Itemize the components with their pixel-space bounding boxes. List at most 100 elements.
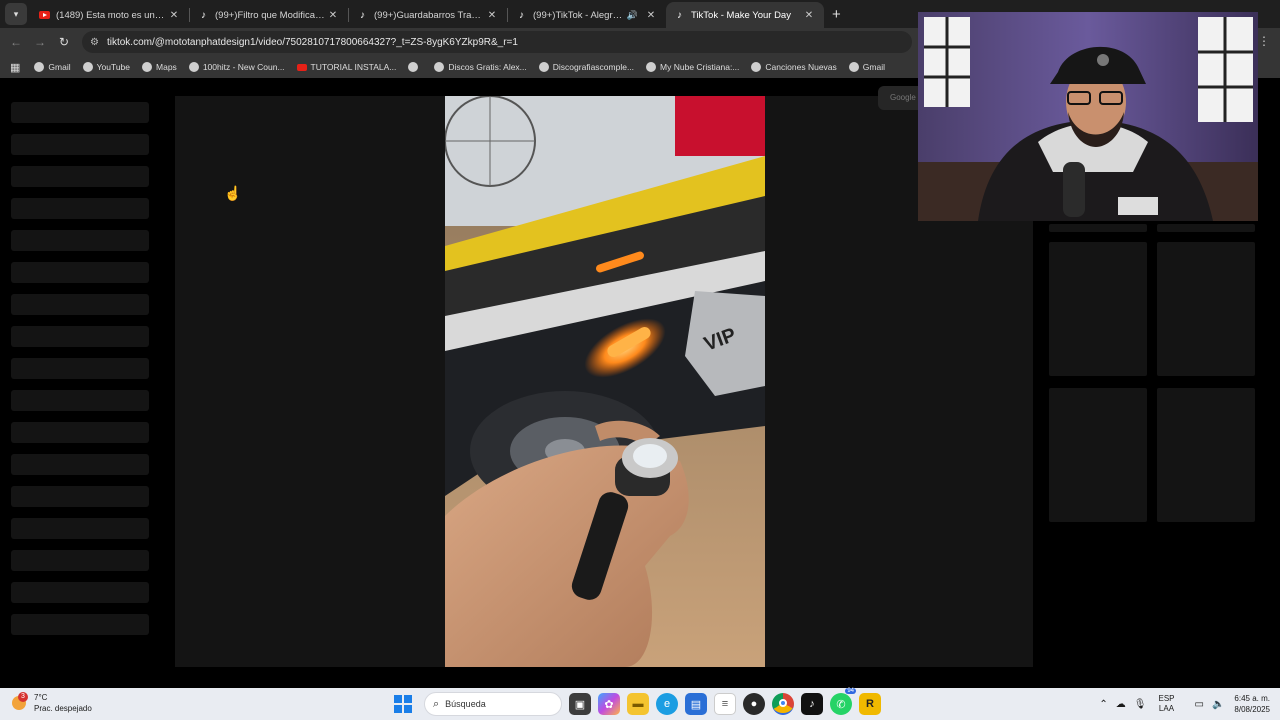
date: 8/08/2025: [1234, 705, 1270, 714]
bookmark-canciones[interactable]: Canciones Nuevas: [751, 62, 837, 72]
bookmark-gmail[interactable]: Gmail: [34, 62, 71, 72]
related-video-placeholder[interactable]: [1157, 224, 1255, 232]
bookmark-unnamed[interactable]: [408, 62, 422, 72]
skeleton-row: [11, 326, 149, 347]
tab-3[interactable]: ♪ (99+)Guardabarros Trasero Uni ✕: [349, 2, 507, 28]
address-bar[interactable]: ⚙ tiktok.com/@mototanphatdesign1/video/7…: [82, 31, 912, 53]
google-popup: Google: [878, 86, 918, 110]
bookmark-label: My Nube Cristiana:...: [660, 62, 740, 72]
weather-badge: 3: [18, 692, 28, 702]
bookmark-nube[interactable]: My Nube Cristiana:...: [646, 62, 739, 72]
taskbar-search[interactable]: ⌕ Búsqueda: [424, 692, 562, 716]
related-video-placeholder[interactable]: [1157, 388, 1255, 522]
globe-icon: [751, 62, 762, 72]
bookmark-maps[interactable]: Maps: [142, 62, 177, 72]
notepad-icon[interactable]: ≡: [714, 693, 736, 715]
chrome-icon[interactable]: [772, 693, 794, 715]
globe-icon: [82, 62, 93, 72]
windows-taskbar: 3 7°C Prac. despejado ⌕ Búsqueda ▣ ✿ ▬ e…: [0, 688, 1280, 720]
bookmark-label: Discografiascomple...: [552, 62, 635, 72]
tab-title: (99+)TikTok - Alegra tu día: [533, 9, 627, 21]
skeleton-row: [11, 390, 149, 411]
url-text: tiktok.com/@mototanphatdesign1/video/750…: [106, 36, 518, 48]
copilot-icon[interactable]: ✿: [598, 693, 620, 715]
close-icon[interactable]: ✕: [326, 10, 340, 21]
weather-temp: 7°C: [34, 693, 48, 702]
lang-line1: ESP: [1158, 694, 1175, 703]
skeleton-row: [11, 198, 149, 219]
bookmark-label: Discos Gratis: Alex...: [448, 62, 527, 72]
bookmark-youtube[interactable]: YouTube: [82, 62, 130, 72]
volume-icon[interactable]: 🔈: [1212, 699, 1224, 710]
speaker-icon[interactable]: 🔊: [627, 10, 638, 21]
related-video-placeholder[interactable]: [1049, 388, 1147, 522]
apps-grid-icon[interactable]: ▦: [10, 61, 20, 74]
new-tab-button[interactable]: +: [832, 6, 841, 23]
tab-2[interactable]: ♪ (99+)Filtro que Modifica tu Mot ✕: [190, 2, 348, 28]
obs-icon[interactable]: ●: [743, 693, 765, 715]
site-info-icon[interactable]: ⚙: [90, 37, 99, 48]
cloud-icon[interactable]: ☁: [1116, 699, 1126, 710]
skeleton-row: [11, 550, 149, 571]
tab-search-button[interactable]: ▾: [5, 3, 27, 25]
task-view-icon[interactable]: ▣: [569, 693, 591, 715]
globe-icon: [408, 62, 419, 72]
globe-icon: [34, 62, 45, 72]
store-icon[interactable]: ▤: [685, 693, 707, 715]
youtube-icon: [39, 11, 50, 19]
webcam-image: [918, 12, 1258, 221]
whatsapp-icon[interactable]: ✆ 94: [830, 688, 856, 715]
tab-title: TikTok - Make Your Day: [691, 9, 791, 21]
skeleton-row: [11, 102, 149, 123]
bookmark-gmail-2[interactable]: Gmail: [848, 62, 885, 72]
language-indicator[interactable]: ESP LAA: [1158, 694, 1174, 714]
video-frame-image: VIP: [445, 96, 765, 667]
bookmark-discos[interactable]: Discos Gratis: Alex...: [434, 62, 527, 72]
tab-4[interactable]: ♪ (99+)TikTok - Alegra tu día 🔊 ✕: [508, 2, 666, 28]
reload-icon[interactable]: ↻: [52, 35, 76, 49]
whatsapp-badge: 94: [845, 688, 856, 694]
tiktok-icon: ♪: [360, 9, 365, 21]
skeleton-row: [11, 166, 149, 187]
skeleton-row: [11, 230, 149, 251]
tab-title: (99+)Guardabarros Trasero Uni: [374, 9, 485, 21]
bookmark-label: 100hitz - New Coun...: [202, 62, 285, 72]
bookmark-label: Maps: [156, 62, 177, 72]
close-icon[interactable]: ✕: [485, 10, 499, 21]
clock[interactable]: 6:45 a. m. 8/08/2025: [1234, 693, 1270, 715]
edge-icon[interactable]: e: [656, 693, 678, 715]
tiktok-app-icon[interactable]: ♪: [801, 693, 823, 715]
back-arrow-icon[interactable]: ←: [4, 35, 28, 49]
skeleton-row: [11, 582, 149, 603]
bookmark-100hitz[interactable]: 100hitz - New Coun...: [188, 62, 285, 72]
browser-menu-icon[interactable]: ⋮: [1258, 34, 1270, 48]
tab-title: (99+)Filtro que Modifica tu Mot: [215, 9, 326, 21]
chevron-up-icon[interactable]: ⌃: [1099, 699, 1107, 710]
related-video-placeholder[interactable]: [1157, 242, 1255, 376]
tab-5-active[interactable]: ♪ TikTok - Make Your Day ✕: [666, 2, 824, 28]
hand-cursor-icon: ☝: [224, 185, 242, 201]
close-icon[interactable]: ✕: [644, 10, 658, 21]
close-icon[interactable]: ✕: [802, 10, 816, 21]
close-icon[interactable]: ✕: [167, 10, 181, 21]
rockstar-icon[interactable]: R: [859, 693, 881, 715]
skeleton-row: [11, 518, 149, 539]
bookmark-discografias[interactable]: Discografiascomple...: [538, 62, 635, 72]
globe-icon: [434, 62, 445, 72]
file-explorer-icon[interactable]: ▬: [627, 693, 649, 715]
system-tray: ⌃ ☁ 🎙 ESP LAA ▭ 🔈 6:45 a. m. 8/08/2025: [1091, 693, 1270, 715]
tab-1[interactable]: (1489) Esta moto es una delicia ✕: [31, 2, 189, 28]
microphone-icon[interactable]: 🎙: [1134, 699, 1147, 710]
globe-icon: [646, 62, 657, 72]
forward-arrow-icon[interactable]: →: [28, 35, 52, 49]
globe-icon: [188, 62, 199, 72]
windows-start-icon[interactable]: [394, 695, 412, 713]
bookmark-tutorial[interactable]: TUTORIAL INSTALA...: [296, 62, 396, 72]
tab-title: (1489) Esta moto es una delicia: [56, 9, 167, 21]
tiktok-video[interactable]: VIP: [445, 96, 765, 667]
weather-widget[interactable]: 3 7°C Prac. despejado: [12, 692, 92, 714]
related-video-placeholder[interactable]: [1049, 224, 1147, 232]
related-video-placeholder[interactable]: [1049, 242, 1147, 376]
skeleton-row: [11, 614, 149, 635]
monitor-icon[interactable]: ▭: [1195, 699, 1204, 710]
